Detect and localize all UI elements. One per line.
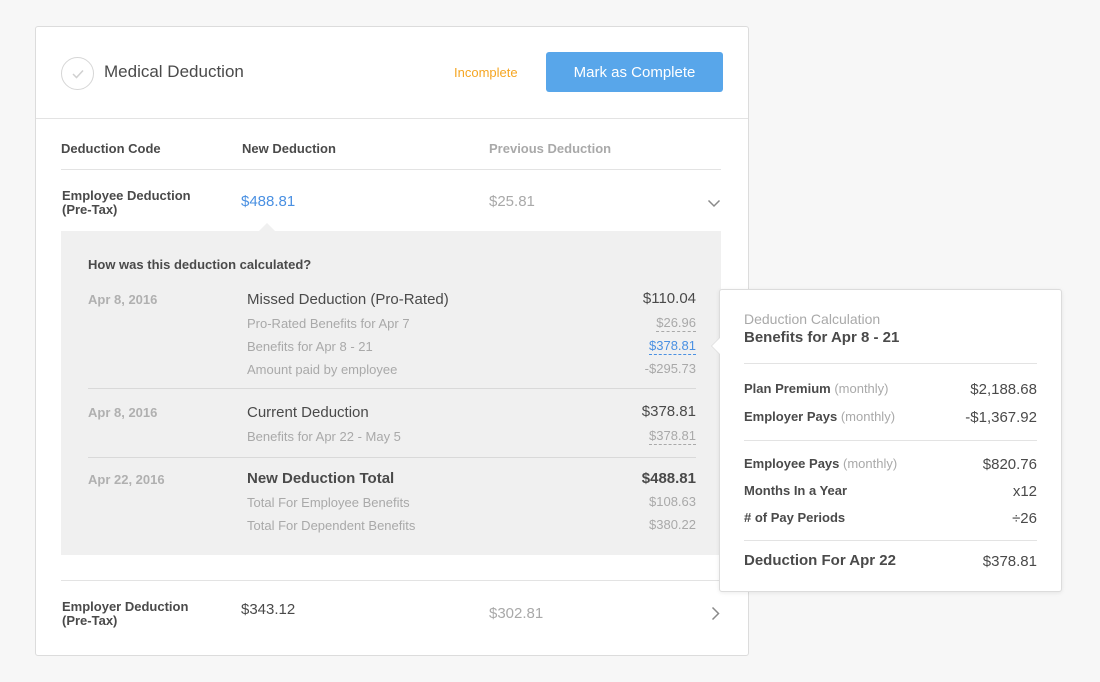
popover-item-value: x12 (1012, 483, 1037, 500)
line-value[interactable]: $378.81 (649, 338, 696, 355)
item-label: Employee Pays (744, 456, 840, 471)
line-label: Total For Dependent Benefits (247, 518, 416, 533)
check-icon (72, 69, 84, 79)
popover-divider (744, 540, 1037, 541)
popover-item-label: Employer Pays (monthly) (744, 409, 895, 424)
employee-new-amount[interactable]: $488.81 (241, 193, 295, 210)
calculation-question: How was this deduction calculated? (88, 257, 312, 272)
popover-kicker: Deduction Calculation (744, 311, 881, 327)
item-label: Employer Pays (744, 409, 838, 424)
group-title: New Deduction Total (247, 470, 395, 487)
row-divider (61, 580, 721, 581)
popover-divider (744, 440, 1037, 441)
column-header-new: New Deduction (242, 141, 336, 156)
line-label: Benefits for Apr 8 - 21 (247, 339, 373, 354)
group-date: Apr 22, 2016 (88, 472, 165, 487)
card-header: Medical Deduction Incomplete Mark as Com… (36, 27, 748, 119)
complete-toggle[interactable] (61, 57, 94, 90)
group-title: Current Deduction (247, 404, 369, 421)
line-label: Pro-Rated Benefits for Apr 7 (247, 316, 410, 331)
line-label: Total For Employee Benefits (247, 495, 410, 510)
deduction-card: Medical Deduction Incomplete Mark as Com… (35, 26, 749, 656)
popover-total-label: Deduction For Apr 22 (744, 552, 896, 569)
group-title: Missed Deduction (Pro-Rated) (247, 291, 449, 308)
line-value-text: $26.96 (656, 315, 696, 332)
group-value: $110.04 (642, 290, 696, 307)
line-value: $378.81 (649, 428, 696, 445)
row-employer-label: Employer Deduction (Pre-Tax) (62, 600, 188, 628)
status-badge: Incomplete (454, 65, 518, 80)
popover-item-value: -$1,367.92 (965, 409, 1037, 426)
line-value: -$295.73 (644, 361, 696, 376)
item-note: (monthly) (843, 456, 898, 471)
column-header-code: Deduction Code (61, 141, 161, 156)
popover-item-label: Employee Pays (monthly) (744, 456, 897, 471)
row-label-line1: Employer Deduction (62, 599, 189, 614)
popover-total-value: $378.81 (982, 553, 1037, 570)
line-value: $380.22 (649, 517, 696, 532)
popover-item-value: $820.76 (982, 456, 1037, 473)
calculation-popover: Deduction Calculation Benefits for Apr 8… (711, 289, 1062, 592)
group-date: Apr 8, 2016 (88, 405, 158, 420)
line-label: Benefits for Apr 22 - May 5 (247, 429, 401, 444)
employer-previous-amount: $302.81 (489, 605, 544, 622)
card-title: Medical Deduction (104, 62, 244, 81)
popover-divider (744, 363, 1037, 364)
group-value: $488.81 (641, 470, 696, 487)
row-label-line2: (Pre-Tax) (62, 202, 118, 217)
popover-title: Benefits for Apr 8 - 21 (744, 329, 900, 346)
item-note: (monthly) (840, 409, 896, 424)
line-value: $108.63 (649, 494, 696, 509)
group-divider (88, 457, 696, 458)
popover-item-label: # of Pay Periods (744, 510, 845, 525)
calculation-panel: How was this deduction calculated? Apr 8… (61, 231, 721, 555)
employer-new-amount: $343.12 (241, 601, 296, 618)
column-header-previous: Previous Deduction (489, 141, 612, 156)
group-value: $378.81 (641, 403, 696, 420)
line-label: Amount paid by employee (247, 362, 398, 377)
group-divider (88, 388, 696, 389)
group-date: Apr 8, 2016 (88, 292, 158, 307)
chevron-down-icon[interactable] (707, 199, 721, 208)
popover-item-label: Plan Premium (monthly) (744, 381, 889, 396)
header-divider (61, 169, 721, 170)
item-label: Plan Premium (744, 381, 831, 396)
popover-item-value: ÷26 (1012, 510, 1037, 527)
item-note: (monthly) (834, 381, 889, 396)
popover-item-value: $2,188.68 (970, 381, 1037, 398)
row-employee-label: Employee Deduction (Pre-Tax) (62, 189, 191, 217)
row-label-line1: Employee Deduction (62, 188, 191, 203)
popover-arrow (711, 337, 720, 355)
line-value: $26.96 (656, 315, 696, 332)
employee-previous-amount: $25.81 (489, 193, 535, 210)
item-label: # of Pay Periods (744, 510, 846, 525)
popover-item-label: Months In a Year (744, 483, 847, 498)
mark-complete-button[interactable]: Mark as Complete (546, 52, 723, 92)
row-label-line2: (Pre-Tax) (62, 613, 118, 628)
item-label: Months In a Year (744, 483, 848, 498)
line-value-link[interactable]: $378.81 (649, 338, 696, 355)
chevron-right-icon[interactable] (711, 606, 720, 621)
line-value-text: $378.81 (649, 428, 696, 445)
